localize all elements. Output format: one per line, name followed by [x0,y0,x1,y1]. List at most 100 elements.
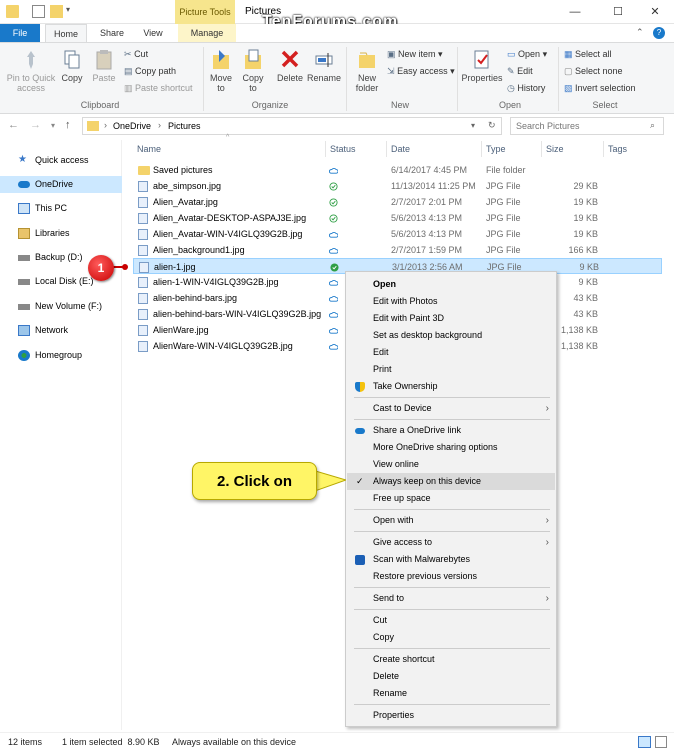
nav-network[interactable]: Network [0,322,122,339]
menu-item-rename[interactable]: Rename [347,685,555,702]
paste-button[interactable]: Paste [90,49,118,83]
file-row[interactable]: Alien_Avatar.jpg 2/7/2017 2:01 PM JPG File… [133,194,662,210]
menu-item-delete[interactable]: Delete [347,668,555,685]
invert-selection-label: Invert selection [575,83,636,93]
menu-item-free-up-space[interactable]: Free up space [347,490,555,507]
nav-this-pc[interactable]: This PC [0,200,122,217]
minimize-button[interactable]: — [555,0,595,24]
menu-item-set-as-desktop-background[interactable]: Set as desktop background [347,327,555,344]
move-to-button[interactable]: Move to [206,49,236,93]
menu-item-copy[interactable]: Copy [347,629,555,646]
column-header-name[interactable]: Name [137,141,161,157]
refresh-icon[interactable]: ↻ [488,120,496,131]
tab-manage[interactable]: Manage [178,24,236,42]
cut-button[interactable]: ✂ Cut [124,49,148,60]
address-dropdown-icon[interactable]: ▾ [471,121,475,130]
copy-button[interactable]: Copy [58,49,86,83]
menu-item-label: Cut [373,615,388,625]
menu-item-cast-to-device[interactable]: Cast to Device › [347,400,555,417]
file-name: alien-behind-bars.jpg [153,293,238,303]
file-row[interactable]: Alien_Avatar-DESKTOP-ASPAJ3E.jpg 5/6/2013… [133,210,662,226]
pin-quick-access-button[interactable]: Pin to Quick access [4,49,58,93]
file-row[interactable]: Alien_background1.jpg 2/7/2017 1:59 PM JPG… [133,242,662,258]
invert-selection-button[interactable]: ▧ Invert selection [564,83,636,94]
context-menu: Open Edit with Photos Edit with Paint 3D Se… [345,271,557,727]
file-row[interactable]: Saved pictures 6/14/2017 4:45 PM File fold… [133,162,662,178]
file-row[interactable]: abe_simpson.jpg 11/13/2014 11:25 PM JPG Fi… [133,178,662,194]
properties-button[interactable]: Properties [460,49,504,83]
help-icon[interactable]: ? [653,27,665,39]
menu-item-take-ownership[interactable]: Take Ownership [347,378,555,395]
breadcrumb-pictures[interactable]: Pictures [168,121,201,131]
maximize-button[interactable]: ☐ [598,0,638,24]
nav-libraries[interactable]: Libraries [0,225,122,242]
address-bar[interactable]: › OneDrive › Pictures ▾ ↻ [82,117,502,135]
menu-item-view-online[interactable]: View online [347,456,555,473]
copy-to-button[interactable]: Copy to [238,49,268,93]
nav-new-volume-f[interactable]: New Volume (F:) [0,298,122,315]
ribbon-collapse-icon[interactable]: ⌃ [636,27,644,38]
paste-shortcut-button[interactable]: ▥ Paste shortcut [124,83,193,94]
select-all-button[interactable]: ▦ Select all [564,49,612,60]
tab-home[interactable]: Home [45,24,87,42]
file-row[interactable]: Alien_Avatar-WIN-V4IGLQ39G2B.jpg 5/6/2013… [133,226,662,242]
search-input[interactable]: Search Pictures [510,117,664,135]
column-header-tags[interactable]: Tags [608,141,627,157]
new-folder-quick-icon[interactable] [50,5,63,18]
menu-separator [354,704,550,705]
copy-path-button[interactable]: ▤ Copy path [124,66,176,77]
new-folder-button[interactable]: New folder [350,49,384,93]
menu-item-label: Restore previous versions [373,571,478,581]
column-header-size[interactable]: Size [546,141,564,157]
forward-arrow-icon[interactable]: → [30,119,41,131]
column-header-date[interactable]: Date [391,141,410,157]
menu-item-print[interactable]: Print [347,361,555,378]
history-button[interactable]: ◷ History [507,83,545,94]
menu-item-create-shortcut[interactable]: Create shortcut [347,651,555,668]
nav-homegroup[interactable]: Homegroup [0,347,122,364]
menu-item-properties[interactable]: Properties [347,707,555,724]
menu-item-restore-previous-versions[interactable]: Restore previous versions [347,568,555,585]
menu-item-open[interactable]: Open [347,276,555,293]
customize-quick-access-icon[interactable]: ▾ [66,5,79,18]
menu-item-scan-with-malwarebytes[interactable]: Scan with Malwarebytes [347,551,555,568]
menu-item-more-onedrive-sharing-options[interactable]: More OneDrive sharing options [347,439,555,456]
tab-view[interactable]: View [135,24,171,42]
menu-item-always-keep-on-this-device[interactable]: Always keep on this device ✓ [347,473,555,490]
synced-check-icon [329,198,338,207]
new-item-button[interactable]: ▣ New item ▾ [387,49,443,60]
menu-item-edit[interactable]: Edit [347,344,555,361]
search-icon[interactable]: ⌕ [650,120,655,131]
properties-quick-icon[interactable] [32,5,45,18]
edit-button[interactable]: ✎ Edit [507,66,533,77]
details-view-icon[interactable] [638,736,651,748]
column-header-status[interactable]: Status [330,141,356,157]
nav-onedrive[interactable]: OneDrive [0,176,122,193]
menu-item-edit-with-paint-3d[interactable]: Edit with Paint 3D [347,310,555,327]
menu-item-send-to[interactable]: Send to › [347,590,555,607]
easy-access-button[interactable]: ⇲ Easy access ▾ [387,66,455,77]
nav-quick-access[interactable]: ★ Quick access [0,152,122,169]
up-arrow-icon[interactable]: ↑ [65,119,71,131]
select-none-button[interactable]: ▢ Select none [564,66,623,77]
file-name: alien-1.jpg [154,262,196,272]
delete-button[interactable]: Delete [274,49,306,83]
recent-chevron-icon[interactable]: ▾ [51,121,55,130]
menu-item-cut[interactable]: Cut [347,612,555,629]
menu-item-open-with[interactable]: Open with › [347,512,555,529]
close-button[interactable]: ✕ [635,0,674,24]
menu-item-give-access-to[interactable]: Give access to › [347,534,555,551]
new-item-icon: ▣ [387,49,396,59]
tab-share[interactable]: Share [92,24,132,42]
menu-item-label: Copy [373,632,395,642]
open-button[interactable]: ▭ Open ▾ [507,49,547,60]
rename-button[interactable]: Rename [306,49,342,83]
column-header-type[interactable]: Type [486,141,506,157]
tab-file[interactable]: File [0,24,40,42]
breadcrumb-onedrive[interactable]: OneDrive [113,121,151,131]
large-icons-view-icon[interactable] [655,736,667,748]
cloud-status-icon [329,167,338,174]
menu-item-share-a-onedrive-link[interactable]: Share a OneDrive link [347,422,555,439]
back-arrow-icon[interactable]: ← [8,119,19,131]
menu-item-edit-with-photos[interactable]: Edit with Photos [347,293,555,310]
